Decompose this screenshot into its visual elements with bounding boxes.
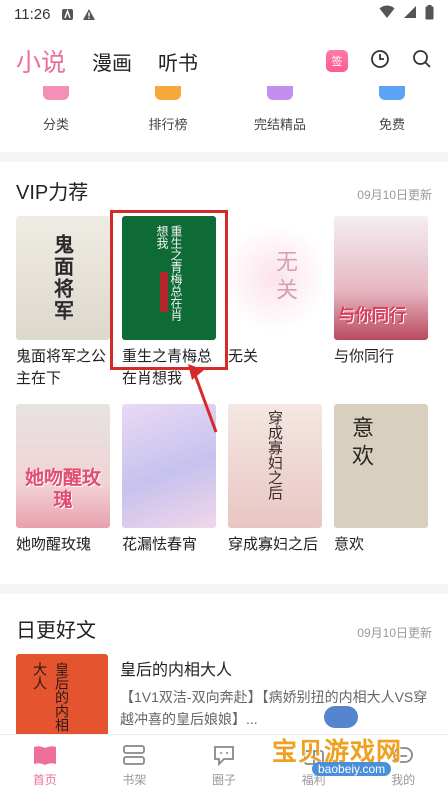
book-cover: 皇后的内相大人 xyxy=(16,654,108,734)
nav-label: 首页 xyxy=(32,773,57,787)
book-cover: 穿成寡妇之后 xyxy=(228,404,322,528)
status-time: 11:26 xyxy=(14,5,51,23)
book-title: 花漏怯春宵 xyxy=(122,536,198,553)
gamepad-icon xyxy=(324,706,358,728)
search-icon[interactable] xyxy=(412,49,432,74)
book-cover: 与你同行 xyxy=(334,216,428,340)
book-card[interactable]: 鬼面将军 鬼面将军之公主在下 xyxy=(16,216,110,390)
book-title: 她吻醒玫瑰 xyxy=(16,536,92,553)
tab-novel[interactable]: 小说 xyxy=(16,43,66,79)
nav-home[interactable]: 首页 xyxy=(0,735,90,798)
daily-section-header: 日更好文 09月10日更新 xyxy=(16,614,432,643)
sign-in-button[interactable]: 签 xyxy=(326,50,348,72)
bookshelf-icon xyxy=(121,743,147,767)
wifi-icon xyxy=(379,5,395,23)
home-book-icon xyxy=(32,743,58,767)
book-cover: 无关 xyxy=(228,216,322,340)
section-title: 日更好文 xyxy=(16,620,96,642)
book-card[interactable]: 她吻醒玫瑰 她吻醒玫瑰 xyxy=(16,404,110,556)
book-cover: 她吻醒玫瑰 xyxy=(16,404,110,528)
book-title: 与你同行 xyxy=(334,348,395,365)
highlight-box xyxy=(110,210,228,370)
vip-section-header: VIP力荐 09月10日更新 xyxy=(16,176,432,205)
book-title: 皇后的内相大人 xyxy=(120,662,233,679)
category-label: 排行榜 xyxy=(148,117,188,132)
divider xyxy=(0,152,448,162)
cover-title: 无关 xyxy=(272,250,297,306)
category-label: 免费 xyxy=(378,117,405,132)
cover-title: 意欢 xyxy=(348,416,373,472)
free-icon xyxy=(379,86,405,100)
cover-title: 皇后的内相大人 xyxy=(31,662,69,732)
top-navigation: 小说 漫画 听书 签 xyxy=(0,38,448,84)
category-ranking[interactable]: 排行榜 xyxy=(112,86,224,142)
watermark: 宝贝游戏网 baobeiy.com xyxy=(272,700,422,780)
signal-icon xyxy=(403,5,417,23)
history-icon[interactable] xyxy=(370,49,390,74)
chat-bubble-icon xyxy=(211,743,237,767)
section-title: VIP力荐 xyxy=(16,182,89,204)
book-title: 意欢 xyxy=(334,536,365,553)
status-bar: 11:26 xyxy=(0,0,448,28)
classify-icon xyxy=(43,86,69,100)
cover-title: 她吻醒玫瑰 xyxy=(24,468,101,511)
notification-icon xyxy=(60,7,74,21)
divider xyxy=(0,584,448,594)
book-cover: 意欢 xyxy=(334,404,428,528)
nav-label: 书架 xyxy=(122,773,147,787)
book-card[interactable]: 无关 无关 xyxy=(228,216,322,368)
book-card[interactable]: 与你同行 与你同行 xyxy=(334,216,428,368)
book-cover: 鬼面将军 xyxy=(16,216,110,340)
category-row: 分类 排行榜 完结精品 免费 xyxy=(0,86,448,142)
watermark-url: baobeiy.com xyxy=(312,762,392,776)
nav-bookshelf[interactable]: 书架 xyxy=(90,735,180,798)
completed-icon xyxy=(267,86,293,100)
book-card[interactable]: 意欢 意欢 xyxy=(334,404,428,556)
book-title: 无关 xyxy=(228,348,259,365)
cover-title: 穿成寡妇之后 xyxy=(266,410,284,500)
tab-audiobook[interactable]: 听书 xyxy=(158,47,198,76)
update-date: 09月10日更新 xyxy=(357,188,432,202)
update-date: 09月10日更新 xyxy=(357,626,432,640)
book-title: 穿成寡妇之后 xyxy=(228,536,319,553)
cover-title: 鬼面将军 xyxy=(50,234,75,322)
nav-circle[interactable]: 圈子 xyxy=(179,735,269,798)
category-completed[interactable]: 完结精品 xyxy=(224,86,336,142)
warning-icon xyxy=(82,7,96,21)
pointer-arrow-icon xyxy=(188,364,218,433)
category-label: 完结精品 xyxy=(253,117,306,132)
battery-icon xyxy=(425,4,434,24)
cover-title: 与你同行 xyxy=(338,306,406,325)
book-card[interactable]: 穿成寡妇之后 穿成寡妇之后 xyxy=(228,404,322,556)
nav-label: 圈子 xyxy=(211,773,236,787)
tab-comic[interactable]: 漫画 xyxy=(92,47,132,76)
category-classify[interactable]: 分类 xyxy=(0,86,112,142)
book-title: 鬼面将军之公主在下 xyxy=(16,348,107,387)
category-label: 分类 xyxy=(42,117,69,132)
category-free[interactable]: 免费 xyxy=(336,86,448,142)
ranking-icon xyxy=(155,86,181,100)
